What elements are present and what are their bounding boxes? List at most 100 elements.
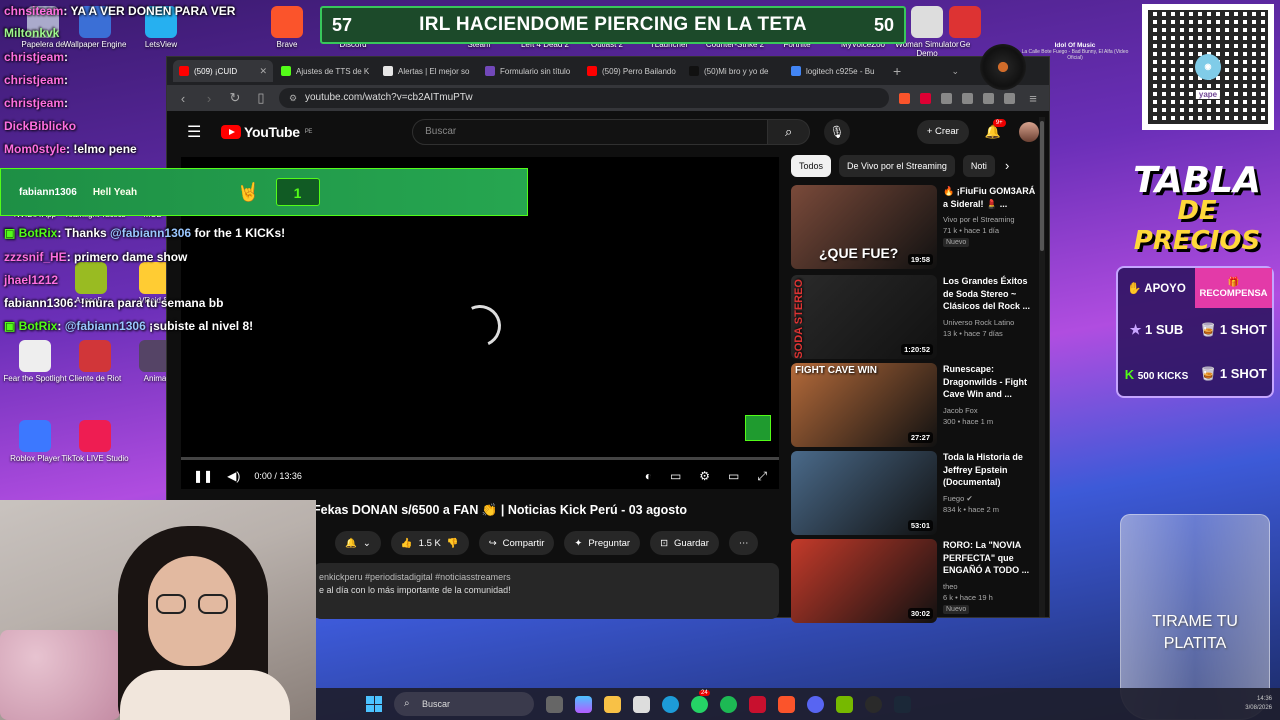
notifications-button[interactable]: 🔔 9+ (985, 119, 1006, 140)
chat-mention[interactable]: @fabiann1306 (65, 319, 146, 333)
recommended-video[interactable]: 30:02 RORO: La "NOVIA PERFECTA" que ENGAÑ… (791, 539, 1041, 625)
chat-username[interactable]: fabiann1306 (4, 296, 73, 310)
wallet-icon[interactable] (1004, 92, 1015, 104)
browser-tab[interactable]: Formulario sin título (479, 60, 579, 82)
save-label: Guardar (674, 537, 709, 549)
thumbs-down-icon[interactable]: 👎 (447, 538, 459, 549)
brave-shields-icon[interactable] (899, 92, 910, 104)
channel-bell-button[interactable]: 🔔 ⌄ (335, 531, 381, 555)
chat-username[interactable]: christjeam (4, 50, 64, 64)
browser-tab[interactable]: Alertas | El mejor so (377, 60, 477, 82)
browser-tab[interactable]: (50)Mi bro y yo de (683, 60, 783, 82)
like-button[interactable]: 👍 1.5 K 👎 (390, 531, 469, 555)
video-thumbnail[interactable]: 30:02 (791, 539, 937, 623)
video-thumbnail[interactable]: ¿QUE FUE? 19:58 (791, 185, 937, 269)
browser-tab[interactable]: logitech c925e - Bu (785, 60, 885, 82)
obs-icon[interactable] (836, 695, 853, 713)
chat-username[interactable]: chnsiteam (4, 4, 63, 18)
steam-icon[interactable] (894, 695, 911, 713)
video-card-title[interactable]: Los Grandes Éxitos de Soda Stereo ~ Clás… (943, 275, 1039, 313)
chat-username[interactable]: christjeam (4, 73, 64, 87)
chat-username[interactable]: christjeam (4, 96, 64, 110)
tab-list-chevron-icon[interactable]: ⌄ (951, 66, 959, 77)
video-thumbnail[interactable]: 53:01 (791, 451, 937, 535)
github-icon[interactable] (865, 695, 882, 713)
menu-icon[interactable]: ≡ (1025, 91, 1041, 106)
recommended-video[interactable]: SODA STEREO 1:20:52 Los Grandes Éxitos de … (791, 275, 1041, 361)
media-icon[interactable] (941, 92, 952, 104)
video-meta: 834 k • hace 2 m (943, 504, 999, 514)
discord-icon[interactable] (807, 695, 824, 713)
file-explorer-icon[interactable] (604, 695, 621, 713)
extensions-icon[interactable] (983, 92, 994, 104)
video-channel[interactable]: theo (943, 581, 1039, 592)
app-icon[interactable] (749, 695, 766, 713)
chat-username[interactable]: DickBiblicko (4, 119, 76, 133)
brave-icon[interactable] (778, 695, 795, 713)
progress-bar[interactable] (181, 457, 779, 460)
app-icon (949, 6, 981, 38)
store-icon[interactable] (633, 695, 650, 713)
copilot-icon[interactable] (575, 695, 592, 713)
voice-search-button[interactable]: 🎙 (824, 119, 851, 145)
video-card-title[interactable]: 🔥 ¡FiuFiu GOM3ARÁ a Sideral! 💄 ... (943, 185, 1039, 210)
search-button[interactable]: ⌕ (768, 119, 811, 145)
desktop-icon[interactable]: TikTok LIVE Studio (60, 420, 130, 463)
subtitles-button[interactable]: ▭ (670, 469, 681, 484)
theater-mode-button[interactable]: ▭ (728, 469, 739, 484)
share-button[interactable]: ↪ Compartir (478, 531, 555, 555)
taskbar-clock[interactable]: 14:36 3/08/2026 (1245, 695, 1272, 713)
chat-text: : primero dame show (66, 250, 188, 264)
windows-start-icon[interactable] (366, 696, 382, 712)
ask-button[interactable]: ✦ Preguntar (564, 531, 641, 555)
url-field[interactable]: ⚙ youtube.com/watch?v=cb2AITmuPTw (279, 88, 889, 108)
browser-tab[interactable]: (509) Perro Bailando (581, 60, 681, 82)
video-channel[interactable]: Universo Rock Latino (943, 317, 1039, 328)
brave-rewards-icon[interactable] (920, 92, 931, 104)
edge-icon[interactable] (662, 695, 679, 713)
recommended-video[interactable]: FIGHT CAVE WIN 27:27 Runescape: Dragonwild… (791, 363, 1041, 449)
autoplay-toggle[interactable]: ◐ (645, 469, 652, 484)
new-tab-button[interactable]: + (893, 63, 901, 79)
search-input[interactable]: Buscar (412, 119, 769, 145)
chevron-right-icon[interactable]: › (1005, 155, 1009, 177)
filter-chip[interactable]: Todos (791, 155, 832, 177)
save-button[interactable]: ⊡ Guardar (650, 531, 719, 555)
video-card-title[interactable]: Toda la Historia de Jeffrey Epstein (Doc… (943, 451, 1039, 489)
taskbar-search[interactable]: ⌕ Buscar (394, 692, 534, 716)
chat-username[interactable]: zzzsnif_HE (4, 250, 67, 264)
chat-username[interactable]: Mom0style (4, 142, 66, 156)
settings-gear-icon[interactable]: ⚙ (699, 469, 710, 484)
filter-chip[interactable]: De Vivo por el Streaming (839, 155, 955, 177)
pause-button[interactable]: ❚❚ (193, 469, 213, 483)
video-channel[interactable]: Fuego ✔ (943, 493, 1039, 504)
video-card-title[interactable]: RORO: La "NOVIA PERFECTA" que ENGAÑÓ A T… (943, 539, 1039, 577)
page-scrollbar[interactable] (1039, 117, 1045, 617)
chat-username[interactable]: BotRix (19, 319, 58, 333)
sidebar-icon[interactable] (962, 92, 973, 104)
whatsapp-icon[interactable]: 24 (691, 689, 710, 713)
recommended-video[interactable]: 53:01 Toda la Historia de Jeffrey Epstein… (791, 451, 1041, 537)
chat-mention[interactable]: @fabiann1306 (110, 226, 191, 240)
chat-username[interactable]: Miltonkvk (4, 26, 59, 40)
recommended-video[interactable]: ¿QUE FUE? 19:58 🔥 ¡FiuFiu GOM3ARÁ a Sidera… (791, 185, 1041, 271)
chat-username[interactable]: BotRix (19, 226, 58, 240)
video-channel[interactable]: Vivo por el Streaming (943, 214, 1039, 225)
account-avatar[interactable] (1019, 122, 1039, 142)
scrollbar-thumb[interactable] (1040, 121, 1044, 251)
video-channel[interactable]: Jacob Fox (943, 405, 1039, 416)
video-card-title[interactable]: Runescape: Dragonwilds - Fight Cave Win … (943, 363, 1039, 401)
description-box[interactable]: enkickperu #periodistadigital #noticiass… (313, 563, 779, 619)
spotify-icon[interactable] (720, 695, 737, 713)
task-view-icon[interactable] (546, 695, 563, 713)
chat-username[interactable]: jhael1212 (4, 273, 58, 287)
now-playing-widget: Idol Of Music La Calle Bote Fuego - Bad … (980, 42, 1130, 90)
video-thumbnail[interactable]: SODA STEREO 1:20:52 (791, 275, 937, 359)
video-thumbnail[interactable]: FIGHT CAVE WIN 27:27 (791, 363, 937, 447)
fullscreen-button[interactable]: ⤢ (757, 469, 767, 484)
volume-button[interactable]: ◀) (227, 469, 240, 483)
app-icon (79, 420, 111, 452)
more-actions-button[interactable]: ⋯ (728, 531, 759, 555)
filter-chip[interactable]: Noti (962, 155, 995, 177)
create-button[interactable]: + Crear (916, 120, 969, 144)
